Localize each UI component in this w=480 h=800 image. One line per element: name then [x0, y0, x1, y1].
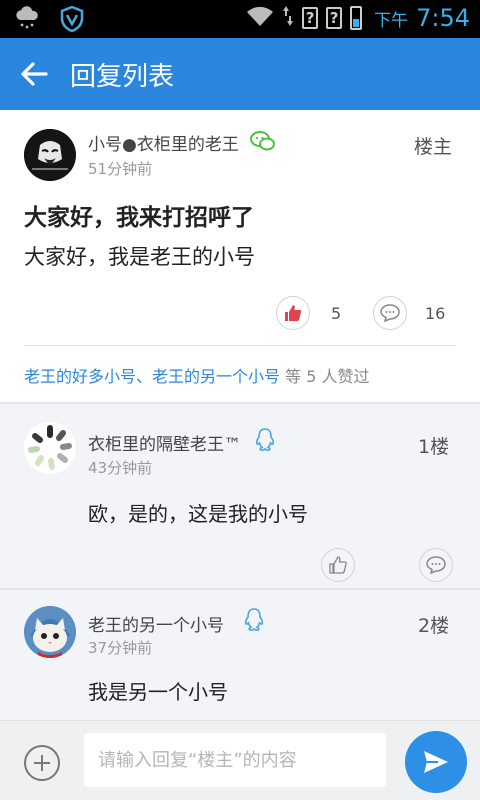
sim2-icon: ?: [326, 7, 343, 29]
likers-suffix: 等 5 人赞过: [280, 367, 370, 386]
author-name[interactable]: 小号●衣柜里的老王: [88, 130, 239, 155]
liker-separator: 、: [136, 367, 153, 386]
comment-icon: [380, 304, 400, 322]
comment-icon: [426, 556, 446, 574]
like-button[interactable]: [276, 296, 310, 330]
post-time: 51分钟前: [88, 160, 153, 178]
like-count: 5: [331, 304, 342, 323]
liker-link[interactable]: 老王的好多小号: [24, 367, 136, 386]
likers-line: 老王的好多小号、老王的另一个小号 等 5 人赞过: [24, 363, 370, 387]
send-button[interactable]: [405, 731, 467, 793]
reply-text: 我是另一个小号: [88, 680, 228, 704]
data-arrows-icon: [282, 4, 294, 32]
post-title: 大家好，我来打招呼了: [24, 205, 254, 231]
reply-composer: [0, 720, 480, 800]
wifi-icon: [246, 5, 274, 31]
like-button[interactable]: [321, 548, 355, 582]
comment-count: 16: [425, 304, 446, 323]
reply-input[interactable]: [84, 733, 386, 787]
weather-rain-icon: [14, 6, 40, 36]
comment-button[interactable]: [373, 296, 407, 330]
wechat-icon: [250, 130, 276, 156]
main-post: 小号●衣柜里的老王 51分钟前 楼主 大家好，我来打招呼了 大家好，我是老王的小…: [0, 110, 480, 402]
comment-button[interactable]: [419, 548, 453, 582]
reply-item: 老王的另一个小号 37分钟前 2楼 我是另一个小号: [0, 590, 480, 720]
avatar[interactable]: [24, 606, 76, 658]
floor-label: 1楼: [418, 436, 450, 458]
clock-ampm: 下午: [374, 10, 409, 31]
liker-link[interactable]: 老王的另一个小号: [152, 367, 280, 386]
battery-icon: [350, 6, 363, 30]
qq-icon: [254, 428, 276, 456]
thumbs-up-icon: [329, 556, 347, 574]
thumbs-up-icon: [285, 305, 302, 321]
reply-time: 37分钟前: [88, 639, 153, 657]
send-icon: [424, 751, 448, 773]
shield-v-icon: [60, 5, 84, 36]
reply-text: 欧，是的，这是我的小号: [88, 502, 308, 526]
avatar[interactable]: [24, 422, 76, 474]
app-bar: 回复列表: [0, 38, 480, 110]
floor-label: 2楼: [418, 615, 450, 637]
add-attachment-button[interactable]: [24, 745, 60, 781]
author-name[interactable]: 衣柜里的隔壁老王™: [88, 430, 241, 455]
divider: [24, 345, 456, 346]
floor-label: 楼主: [414, 136, 453, 158]
qq-icon: [243, 608, 265, 636]
avatar[interactable]: [24, 129, 76, 181]
author-name[interactable]: 老王的另一个小号: [88, 611, 224, 636]
post-body: 大家好，我是老王的小号: [24, 245, 255, 269]
back-button[interactable]: [18, 58, 50, 90]
clock-time: 7:54: [416, 4, 470, 32]
reply-list[interactable]: 小号●衣柜里的老王 51分钟前 楼主 大家好，我来打招呼了 大家好，我是老王的小…: [0, 110, 480, 720]
page-title: 回复列表: [70, 62, 175, 92]
status-bar: ? ? 下午 7:54: [0, 0, 480, 38]
reply-item: 衣柜里的隔壁老王™ 43分钟前 1楼 欧，是的，这是我的小号: [0, 404, 480, 588]
sim1-icon: ?: [302, 7, 319, 29]
arrow-left-icon: [21, 62, 48, 86]
reply-time: 43分钟前: [88, 459, 153, 477]
